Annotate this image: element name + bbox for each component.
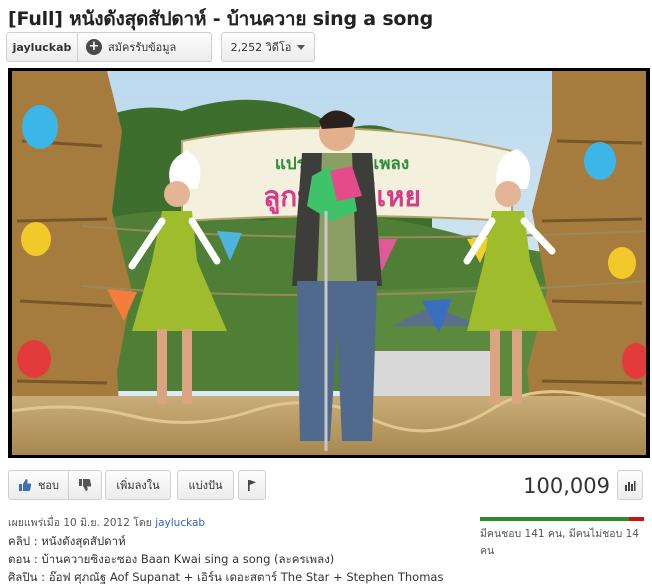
add-to-label: เพิ่มลงใน — [116, 479, 160, 492]
plus-icon: + — [86, 39, 102, 55]
publish-info: เผยแพร่เมื่อ 10 มิ.ย. 2012 โดย jayluckab — [8, 514, 205, 531]
like-ratio-fill — [480, 517, 630, 521]
like-label: ชอบ — [37, 479, 60, 492]
add-to-button[interactable]: เพิ่มลงใน — [105, 470, 171, 500]
stats-icon — [625, 481, 636, 491]
share-label: แบ่งปัน — [188, 479, 223, 492]
dislike-button[interactable] — [69, 470, 102, 500]
stats-button[interactable] — [617, 470, 643, 500]
video-count-dropdown[interactable]: 2,252 วิดีโอ — [221, 32, 315, 62]
description-line-1: คลิป : หนังดังสุดสัปดาห์ — [8, 534, 126, 548]
subscribe-button[interactable]: + สมัครรับข้อมูล — [78, 32, 212, 62]
like-summary: มีคนชอบ 141 คน, มีคนไม่ชอบ 14 คน — [480, 528, 639, 557]
share-button[interactable]: แบ่งปัน — [177, 470, 234, 500]
video-still: แประกวดร้องเพลง ลูกบ้าน อีเหย — [12, 71, 646, 455]
view-count: 100,009 — [523, 474, 610, 498]
publish-date: เผยแพร่เมื่อ 10 มิ.ย. 2012 โดย — [8, 517, 152, 529]
flag-icon — [248, 480, 256, 491]
author-link[interactable]: jayluckab — [155, 517, 205, 529]
video-title: [Full] หนังดังสุดสัปดาห์ - บ้านควาย sing… — [8, 8, 434, 30]
thumbs-up-icon — [18, 479, 32, 491]
description-line-2: ตอน : บ้านควายซิงอะซอง Baan Kwai sing a … — [8, 552, 335, 566]
like-ratio-bar — [480, 517, 644, 521]
like-button[interactable]: ชอบ — [8, 470, 69, 500]
channel-button[interactable]: jayluckab — [6, 32, 78, 62]
video-frame[interactable]: แประกวดร้องเพลง ลูกบ้าน อีเหย — [12, 71, 646, 455]
channel-name: jayluckab — [12, 40, 72, 54]
description-line-3: ศิลปิน : อ๊อฟ ศุภณัฐ Aof Supanat + เอิร์… — [8, 570, 444, 584]
thumbs-down-icon — [79, 479, 92, 491]
flag-button[interactable] — [238, 470, 266, 500]
chevron-down-icon — [297, 44, 306, 50]
video-player[interactable]: แประกวดร้องเพลง ลูกบ้าน อีเหย — [8, 68, 650, 458]
subscribe-label: สมัครรับข้อมูล — [108, 41, 177, 54]
video-count: 2,252 วิดีโอ — [230, 41, 292, 54]
